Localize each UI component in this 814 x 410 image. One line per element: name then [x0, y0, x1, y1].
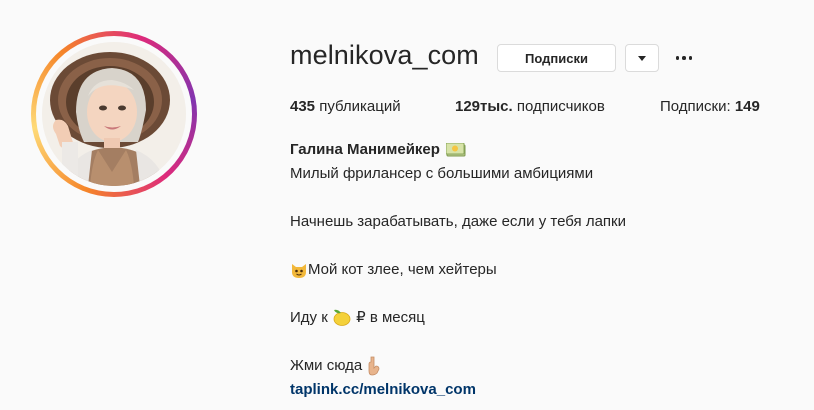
profile-username: melnikova_com [290, 40, 479, 70]
posts-stat: 435 публикаций [290, 98, 401, 115]
bio-line-5-text: Жми сюда [290, 357, 363, 374]
bio-line-3: Мой кот злее, чем хейтеры [290, 258, 790, 282]
avatar[interactable] [42, 42, 186, 186]
caret-down-icon [638, 55, 646, 61]
bio-line-4-start: Иду к [290, 309, 328, 326]
cat-emoji-icon [290, 261, 308, 279]
money-icon [445, 143, 466, 157]
followers-stat[interactable]: 129тыс. подписчиков [455, 98, 605, 115]
posts-label: публикаций [319, 98, 401, 115]
bio-line-4-end: ₽ в месяц [356, 309, 425, 326]
pointing-down-icon [366, 356, 382, 376]
bio-link[interactable]: taplink.cc/melnikova_com [290, 378, 476, 402]
suggestions-dropdown-button[interactable] [625, 44, 659, 72]
lemon-emoji-icon [332, 309, 352, 327]
story-ring[interactable] [31, 31, 197, 197]
avatar-illustration [42, 42, 186, 186]
following-stat[interactable]: Подписки: 149 [660, 98, 760, 115]
full-name-line: Галина Манимейкер [290, 138, 790, 162]
bio-line-4: Иду к ₽ в месяц [290, 306, 790, 330]
bio-line-5: Жми сюда [290, 354, 790, 378]
more-options-button[interactable] [672, 49, 696, 67]
more-dots-icon [675, 56, 680, 60]
bio-line-1: Милый фрилансер с большими амбициями [290, 165, 594, 182]
posts-count: 435 [290, 98, 316, 115]
bio-line-3-text: Мой кот злее, чем хейтеры [308, 261, 497, 278]
followers-label: подписчиков [516, 98, 605, 115]
following-button[interactable]: Подписки [497, 44, 616, 72]
full-name: Галина Манимейкер [290, 141, 440, 158]
profile-bio: Галина Манимейкер Милый фрилансер с боль… [290, 138, 790, 402]
following-count: 149 [734, 98, 760, 115]
bio-line-2: Начнешь зарабатывать, даже если у тебя л… [290, 213, 626, 230]
following-label: Подписки: [660, 98, 731, 115]
followers-count: 129тыс. [455, 98, 513, 115]
